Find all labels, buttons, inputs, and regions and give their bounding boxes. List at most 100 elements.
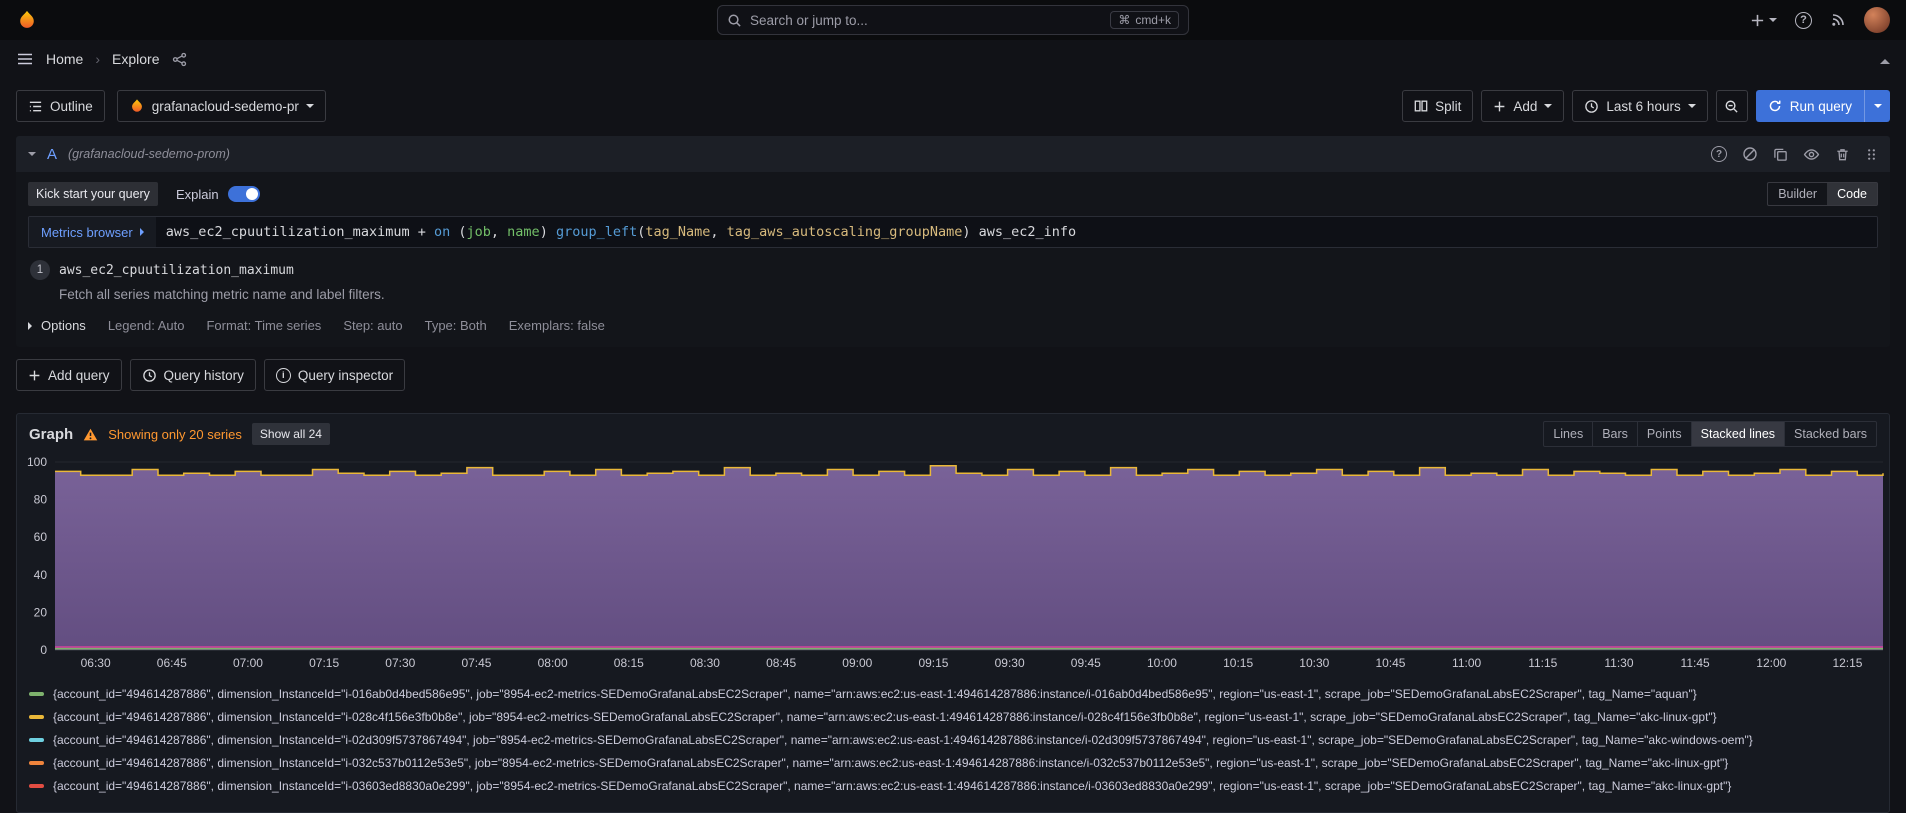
editor-mode-group: Builder Code (1767, 182, 1878, 206)
x-tick-label: 07:30 (385, 656, 415, 670)
explain-toggle[interactable] (228, 186, 260, 202)
refresh-icon (1768, 99, 1782, 113)
user-avatar[interactable] (1864, 7, 1890, 33)
builder-tab[interactable]: Builder (1768, 183, 1827, 205)
time-range-picker[interactable]: Last 6 hours (1572, 90, 1707, 122)
graph-style-stacked-lines[interactable]: Stacked lines (1691, 422, 1784, 446)
metrics-browser-label: Metrics browser (41, 225, 133, 240)
graph-header: Graph Showing only 20 series Show all 24… (17, 414, 1889, 452)
stacked-area-fill (55, 466, 1883, 650)
query-editor-card: A (grafanacloud-sedemo-prom) ? Kick star… (16, 136, 1890, 347)
menu-icon[interactable] (16, 50, 34, 68)
x-tick-label: 11:45 (1681, 656, 1710, 670)
run-query-options-button[interactable] (1864, 90, 1890, 122)
option-summary-item: Type: Both (425, 318, 487, 333)
expr-token: aws_ec2_cpuutilization_maximum (166, 224, 418, 240)
outline-label: Outline (50, 99, 93, 114)
collapse-nav-button[interactable] (1880, 51, 1890, 67)
breadcrumb-home[interactable]: Home (46, 51, 83, 67)
outline-button[interactable]: Outline (16, 90, 105, 122)
query-inspector-label: Query inspector (298, 368, 393, 383)
split-button[interactable]: Split (1402, 90, 1473, 122)
x-tick-label: 10:45 (1375, 656, 1405, 670)
share-icon[interactable] (172, 52, 187, 67)
query-help-icon[interactable]: ? (1711, 146, 1727, 162)
graph-style-bars[interactable]: Bars (1592, 422, 1637, 446)
chevron-down-icon (1769, 18, 1777, 22)
legend-item[interactable]: {account_id="494614287886", dimension_In… (29, 705, 1879, 728)
query-header-actions: ? (1711, 146, 1878, 163)
breadcrumb-explore[interactable]: Explore (112, 51, 159, 67)
step-metric-name: aws_ec2_cpuutilization_maximum (59, 263, 294, 278)
legend-item[interactable]: {account_id="494614287886", dimension_In… (29, 774, 1879, 797)
query-controls-row: Kick start your query Explain Builder Co… (28, 182, 1878, 206)
query-inspector-button[interactable]: i Query inspector (264, 359, 405, 391)
legend-item[interactable]: {account_id="494614287886", dimension_In… (29, 682, 1879, 705)
code-tab[interactable]: Code (1827, 183, 1877, 205)
series-limit-warning: Showing only 20 series (108, 427, 242, 442)
add-query-button[interactable]: Add query (16, 359, 122, 391)
x-tick-label: 11:30 (1604, 656, 1633, 670)
chevron-down-icon (1544, 104, 1552, 108)
grafana-logo-icon[interactable] (16, 9, 38, 31)
new-menu-button[interactable] (1750, 13, 1777, 28)
y-tick-label: 100 (27, 455, 47, 469)
explore-actions-row: Add query Query history i Query inspecto… (16, 359, 1890, 391)
series-color-swatch (29, 692, 44, 696)
datasource-picker[interactable]: grafanacloud-sedemo-pr (117, 90, 326, 122)
x-tick-label: 07:00 (233, 656, 263, 670)
graph-style-lines[interactable]: Lines (1544, 422, 1592, 446)
remove-query-icon[interactable] (1835, 147, 1850, 162)
chevron-right-icon (140, 228, 144, 236)
expr-token: name (507, 224, 540, 240)
kick-start-button[interactable]: Kick start your query (28, 182, 158, 206)
series-label: {account_id="494614287886", dimension_In… (53, 733, 1753, 747)
y-tick-label: 60 (34, 530, 48, 544)
add-button[interactable]: Add (1481, 90, 1564, 122)
hide-response-icon[interactable] (1803, 146, 1820, 163)
toggle-knob (246, 188, 258, 200)
zoom-out-button[interactable] (1716, 90, 1748, 122)
duplicate-query-icon[interactable] (1773, 147, 1788, 162)
series-label: {account_id="494614287886", dimension_In… (53, 687, 1697, 701)
x-tick-label: 12:00 (1756, 656, 1786, 670)
promql-expression-input[interactable]: aws_ec2_cpuutilization_maximum + on (job… (156, 217, 1877, 247)
graph-style-group: LinesBarsPointsStacked linesStacked bars (1543, 421, 1877, 447)
run-query-button[interactable]: Run query (1756, 90, 1864, 122)
graph-style-stacked-bars[interactable]: Stacked bars (1784, 422, 1876, 446)
graph-chart[interactable]: 02040608010006:3006:4507:0007:1507:3007:… (17, 452, 1889, 674)
news-icon[interactable] (1830, 12, 1846, 28)
info-icon: i (276, 368, 291, 383)
split-label: Split (1435, 99, 1461, 114)
expr-token: , (491, 224, 507, 240)
legend-item[interactable]: {account_id="494614287886", dimension_In… (29, 728, 1879, 751)
metrics-browser-button[interactable]: Metrics browser (29, 217, 156, 247)
x-tick-label: 09:30 (995, 656, 1025, 670)
query-body: Kick start your query Explain Builder Co… (16, 172, 1890, 347)
shortcut-badge: ⌘ cmd+k (1110, 11, 1179, 29)
expr-token: , (710, 224, 726, 240)
add-query-label: Add query (48, 368, 110, 383)
series-label: {account_id="494614287886", dimension_In… (53, 756, 1728, 770)
options-label: Options (41, 318, 86, 333)
expr-token: tag_aws_autoscaling_groupName (727, 224, 963, 240)
drag-handle-icon[interactable] (1865, 148, 1878, 161)
global-search[interactable]: ⌘ cmd+k (717, 5, 1189, 35)
breadcrumb-row: Home › Explore (0, 40, 1906, 78)
legend-item[interactable]: {account_id="494614287886", dimension_In… (29, 751, 1879, 774)
search-input[interactable] (750, 13, 1102, 28)
x-tick-label: 08:30 (690, 656, 720, 670)
graph-style-points[interactable]: Points (1637, 422, 1691, 446)
query-ref-id[interactable]: A (47, 146, 57, 163)
x-tick-label: 08:00 (538, 656, 568, 670)
options-toggle[interactable]: Options (28, 318, 86, 333)
expr-token: ) (540, 224, 556, 240)
disable-query-icon[interactable] (1742, 146, 1758, 162)
query-datasource-hint: (grafanacloud-sedemo-prom) (68, 147, 230, 161)
query-options-row: Options Legend: AutoFormat: Time seriesS… (28, 318, 1878, 333)
collapse-query-icon[interactable] (28, 152, 36, 156)
query-history-button[interactable]: Query history (130, 359, 256, 391)
show-all-button[interactable]: Show all 24 (252, 423, 330, 445)
help-icon[interactable]: ? (1795, 12, 1812, 29)
expr-token: ( (637, 224, 645, 240)
